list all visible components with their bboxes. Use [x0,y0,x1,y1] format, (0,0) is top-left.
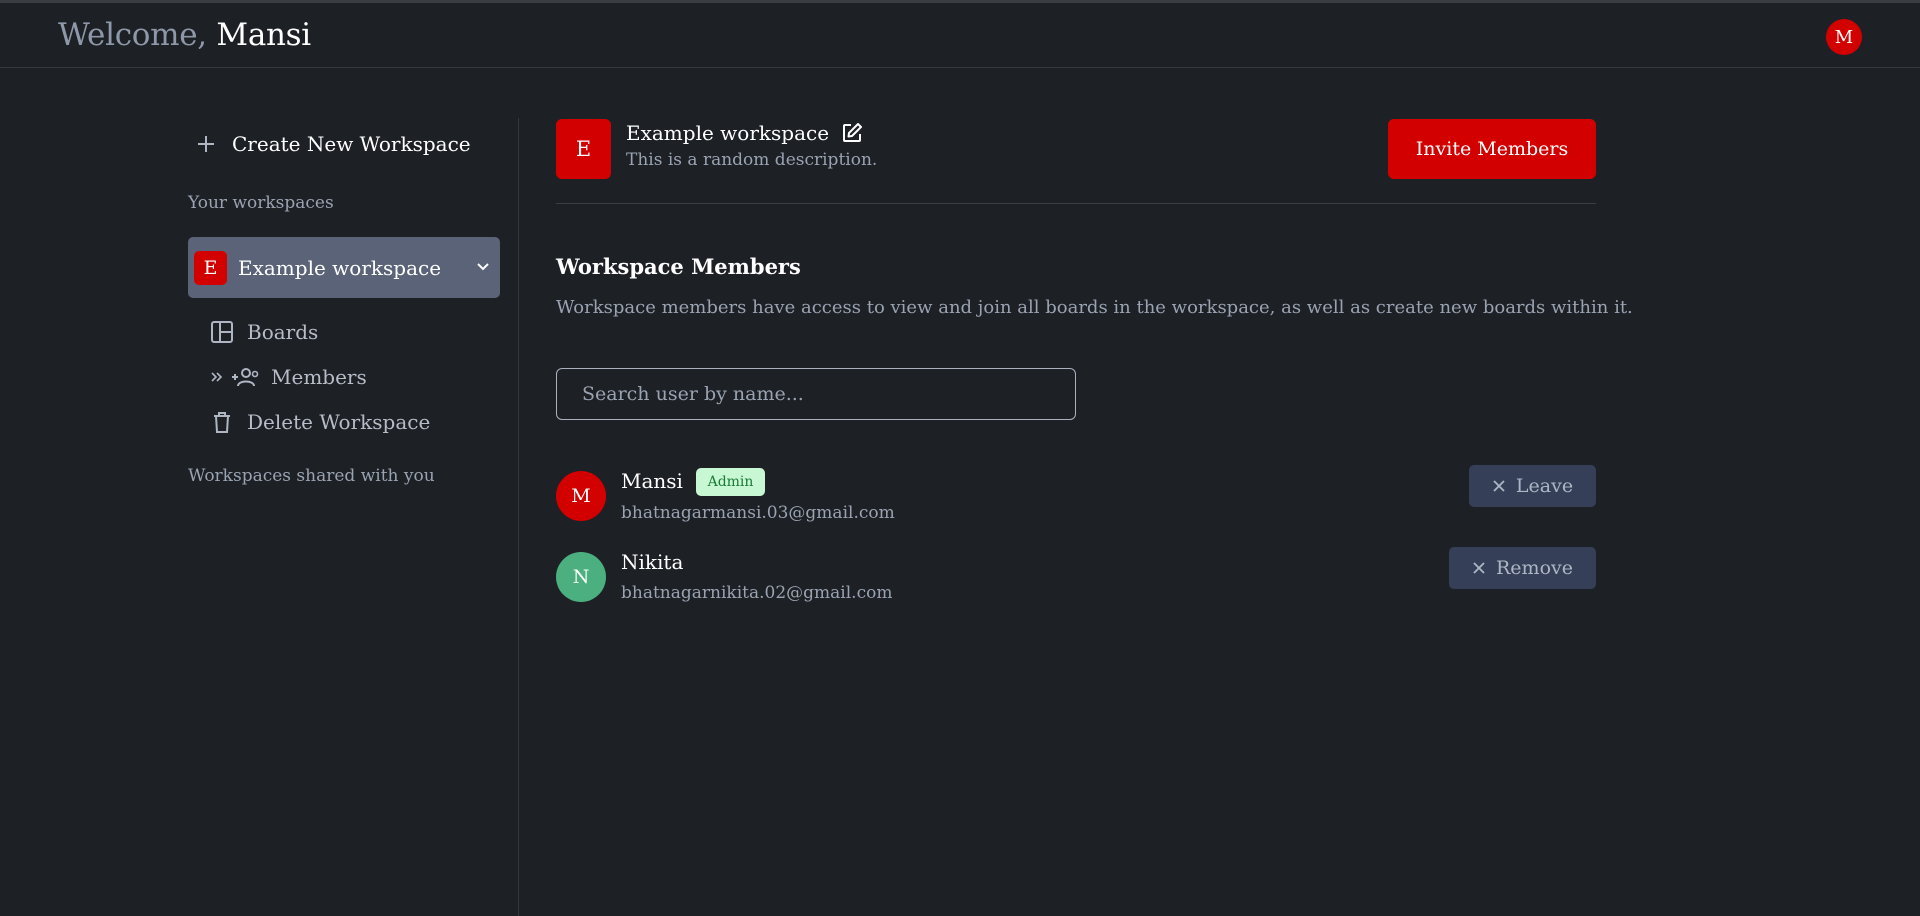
chevron-down-icon[interactable] [475,258,491,274]
admin-badge: Admin [696,468,765,496]
your-workspaces-label: Your workspaces [188,193,334,213]
member-avatar: N [556,552,606,602]
shared-workspaces-label: Workspaces shared with you [188,466,435,486]
trash-icon [214,412,230,433]
invite-members-button[interactable]: Invite Members [1388,119,1596,179]
sidebar-item-boards[interactable]: Boards [210,314,490,350]
member-name: Nikita [621,550,684,574]
create-workspace-button[interactable]: Create New Workspace [196,122,496,166]
sidebar-item-label: Delete Workspace [247,410,431,434]
workspace-title: Example workspace [626,121,863,145]
member-email: bhatnagarmansi.03@gmail.com [621,503,895,523]
welcome-greeting: Welcome, [58,17,207,53]
workspace-description: This is a random description. [626,150,878,170]
members-section-title: Workspace Members [556,254,801,279]
double-chevron-right-icon [211,372,223,382]
top-bar: Welcome, Mansi M [0,3,1920,68]
sidebar-item-label: Boards [247,320,319,344]
workspace-item-name: Example workspace [238,255,442,280]
sidebar-divider [518,118,519,916]
leave-button[interactable]: Leave [1469,465,1596,507]
members-icon [232,368,259,387]
leave-button-label: Leave [1515,475,1574,497]
workspace-item-example[interactable]: E Example workspace [188,237,500,298]
sidebar-item-label: Members [271,365,367,389]
member-email: bhatnagarnikita.02@gmail.com [621,583,893,603]
create-workspace-label: Create New Workspace [232,132,471,156]
user-avatar[interactable]: M [1826,19,1862,55]
welcome-user-name: Mansi [216,17,311,53]
close-icon [1473,562,1485,574]
header-divider [556,203,1596,204]
sidebar-item-members[interactable]: Members [210,359,490,395]
workspace-title-text: Example workspace [626,121,830,145]
welcome-heading: Welcome, Mansi [58,17,311,53]
boards-icon [211,321,233,343]
close-icon [1493,480,1505,492]
workspace-header-badge: E [556,119,611,179]
remove-button[interactable]: Remove [1449,547,1596,589]
member-name: Mansi [621,469,683,493]
member-avatar: M [556,471,606,521]
edit-icon[interactable] [841,122,863,144]
members-section-description: Workspace members have access to view an… [556,297,1633,318]
plus-icon [198,136,214,152]
sidebar-item-delete-workspace[interactable]: Delete Workspace [210,404,490,440]
remove-button-label: Remove [1496,557,1573,579]
workspace-badge: E [194,250,227,285]
search-user-input[interactable] [556,368,1076,420]
